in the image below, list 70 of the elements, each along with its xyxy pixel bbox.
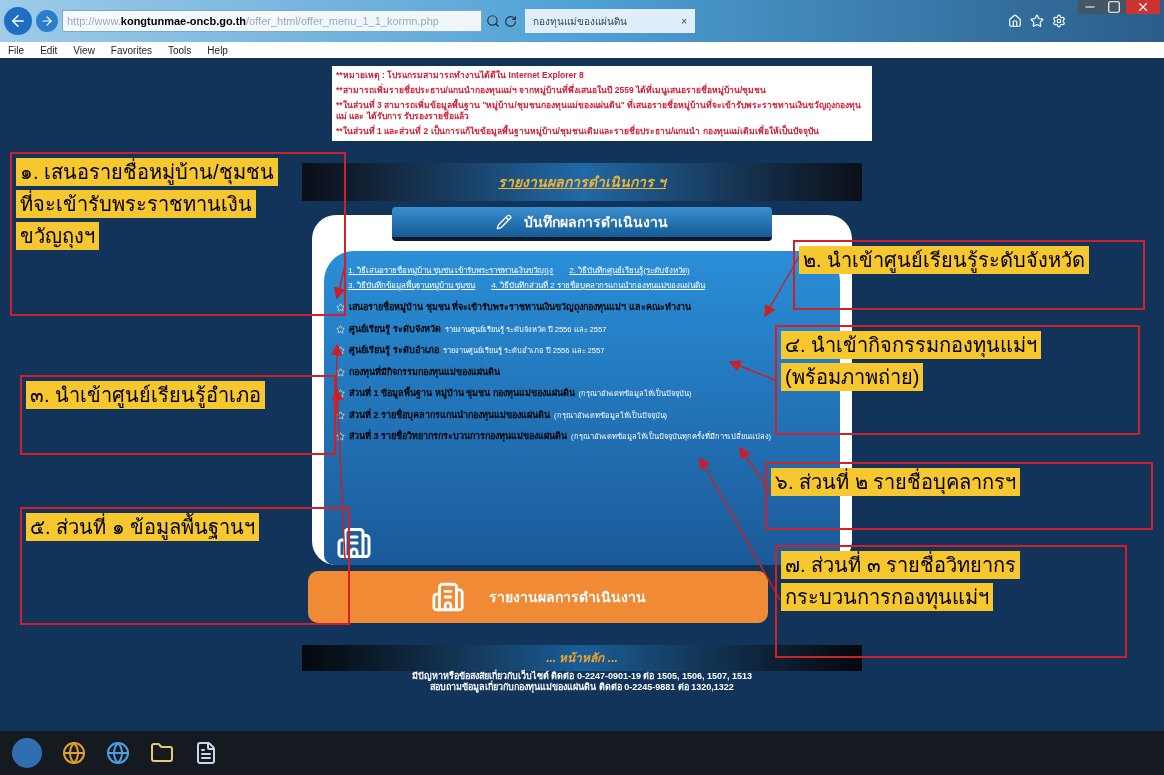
home-icon[interactable] xyxy=(1008,14,1022,28)
callout-label: ๖. ส่วนที่ ๒ รายชื่อบุคลากรฯ xyxy=(771,468,1021,496)
menu-link[interactable]: ส่วนที่ 3 รายชื่อวิทยากรกระบวนการกองทุนแม่ของแผ่นดิน xyxy=(349,430,567,444)
ribbon-title: รายงานผลการดำเนินการ ฯ xyxy=(498,172,666,192)
help-link[interactable]: 1. วิธีเสนอรายชื่อหมู่บ้าน ชุมชน เข้ารับพระราชทานเงินขวัญถุง xyxy=(348,265,554,277)
callout-label: ๕. ส่วนที่ ๑ ข้อมูลพื้นฐานฯ xyxy=(26,513,260,541)
bullet-icon xyxy=(336,346,345,356)
home-link[interactable]: ... หน้าหลัก ... xyxy=(546,649,618,667)
tab-close-button[interactable]: × xyxy=(681,13,687,29)
folder-icon[interactable] xyxy=(150,741,174,765)
menu-link[interactable]: ส่วนที่ 2 รายชื่อบุคลากรแกนนำกองทุนแม่ของแผ่นดิน xyxy=(349,408,550,422)
url-path-text: /offer_html/offer_menu_1_1_kormn.php xyxy=(246,13,439,29)
tab-title: กองทุนแม่ของแผ่นดิน xyxy=(533,14,627,29)
bullet-icon xyxy=(336,389,345,399)
menu-item[interactable]: Edit xyxy=(40,42,58,58)
city-icon xyxy=(336,525,372,561)
notice-text: **ในส่วนที่ 1 และส่วนที่ 2 เป็นการแก้ไขข้อมูลพื้นฐานหมู่บ้าน/ชุมชนเดิมและรายชื่อประธาน/แกนนำ กองทุนแม่เดิมเพื่อให้เป็นปัจจุบัน xyxy=(336,126,820,137)
menu-item[interactable]: File xyxy=(8,42,25,58)
pencil-icon xyxy=(496,214,512,230)
refresh-icon[interactable] xyxy=(504,14,517,28)
back-button[interactable] xyxy=(4,7,32,35)
settings-icon[interactable] xyxy=(1052,14,1066,28)
search-icon[interactable] xyxy=(486,14,500,28)
callout-label: ๓. นำเข้าศูนย์เรียนรู้อำเภอ xyxy=(26,381,266,409)
menu-link[interactable]: ส่วนที่ 1 ข้อมูลพื้นฐาน หมู่บ้าน ชุมชน กองทุนแม่ของแผ่นดิน xyxy=(349,387,575,401)
arrow-right-icon xyxy=(40,14,54,28)
bullet-icon xyxy=(336,303,345,313)
callout-label: (พร้อมภาพถ่าย) xyxy=(781,363,924,391)
help-link[interactable]: 2. วิธีบันทึกศูนย์เรียนรู้(ระดับจังหวัด) xyxy=(569,265,690,277)
menu-item[interactable]: Favorites xyxy=(110,42,152,58)
callout-label: ๒. นำเข้าศูนย์เรียนรู้ระดับจังหวัด xyxy=(799,246,1090,274)
bullet-icon xyxy=(336,410,345,420)
help-link[interactable]: 4. วิธีบันทึกส่วนที่ 2 รายชื่อบุคลากรแกนนำกองทุนแม่ของแผ่นดิน xyxy=(491,280,705,292)
help-link[interactable]: 3. วิธีบันทึกข้อมูลพื้นฐานหมู่บ้าน ชุมชน xyxy=(348,280,476,292)
url-host-text: kongtunmae-oncb.go.th xyxy=(120,13,247,29)
callout-label: ขวัญถุงฯ xyxy=(16,222,99,250)
menu-link[interactable]: ศูนย์เรียนรู้ ระดับอำเภอ xyxy=(349,344,439,358)
address-field[interactable]: http://www.kongtunmae-oncb.go.th/offer_html/offer_menu_1_1_kormn.php xyxy=(62,10,482,32)
maximize-icon[interactable] xyxy=(1102,0,1126,14)
bullet-icon xyxy=(336,432,345,442)
bullet-icon xyxy=(336,367,345,377)
footer-text: มีปัญหาหรือข้อสงสัยเกี่ยวกับเว็บไซต์ ติดต่อ 0-2247-0901-19 ต่อ 1505, 1506, 1507, 1513 xyxy=(411,671,753,682)
callout-label: ๑. เสนอรายชื่อหมู่บ้าน/ชุมชน xyxy=(16,158,278,186)
menu-link[interactable]: กองทุนที่มีกิจกรรมกองทุนแม่ของแผ่นดิน xyxy=(349,365,500,379)
minimize-icon[interactable] xyxy=(1078,0,1102,14)
browser-tab[interactable]: กองทุนแม่ของแผ่นดิน × xyxy=(525,9,695,33)
record-header-title: บันทึกผลการดำเนินงาน xyxy=(524,212,668,232)
footer-text: สอบถามข้อมูลเกี่ยวกับกองทุนแม่ของแผ่นดิน ติดต่อ 0-2245-9881 ต่อ 1320,1322 xyxy=(430,682,734,693)
globe-icon[interactable] xyxy=(62,741,86,765)
bullet-icon xyxy=(336,324,345,334)
callout-label: ที่จะเข้ารับพระราชทานเงิน xyxy=(16,190,256,218)
menu-link[interactable]: ศูนย์เรียนรู้ ระดับจังหวัด xyxy=(349,322,441,336)
star-icon[interactable] xyxy=(1030,14,1044,28)
callout-label: ๔. นำเข้ากิจกรรมกองทุนแม่ฯ xyxy=(781,331,1042,359)
menu-item[interactable]: Help xyxy=(207,42,228,58)
menu-item[interactable]: View xyxy=(73,42,95,58)
menu-item[interactable]: Tools xyxy=(168,42,192,58)
forward-button[interactable] xyxy=(36,10,58,32)
notice-text: **หมายเหตุ : โปรแกรมสามารถทำงานได้ดีใน Internet Explorer 8 xyxy=(336,70,585,81)
url-prefix-text: http://www. xyxy=(67,13,121,29)
notice-text: **สามารถเพิ่มรายชื่อประธาน/แกนนำกองทุนแม่ฯ จากหมู่บ้านที่พึ่งเสนอในปี 2559 ได้ที่เมนูเสนอรายชื่อหมู่บ้าน/ชุมชน xyxy=(336,85,768,96)
close-icon[interactable] xyxy=(1126,0,1160,14)
callout-label: ๗. ส่วนที่ ๓ รายชื่อวิทยากร xyxy=(781,551,1021,579)
city-icon xyxy=(430,580,465,614)
globe-icon[interactable] xyxy=(106,741,130,765)
notice-text: **ในส่วนที่ 3 สามารถเพิ่มข้อมูลพื้นฐาน "หมู่บ้าน/ชุมชนกองทุนแม่ของแผ่นดิน" ที่เสนอรายชื่อหมู่บ้านที่จะเข้ารับพระราชทานเงินขวัญถุงกองทุนแม่ และ ได้รับการ รับรองรายชื่อแล้ว xyxy=(336,100,863,122)
callout-label: กระบวนการกองทุนแม่ฯ xyxy=(781,583,993,611)
menu-link[interactable]: เสนอรายชื่อหมู่บ้าน ชุมชน ที่จะเข้ารับพระราชทานเงินขวัญถุงกองทุนแม่ฯ และคณะทำงาน xyxy=(349,301,691,315)
document-icon[interactable] xyxy=(194,741,218,765)
start-button[interactable] xyxy=(12,738,42,768)
